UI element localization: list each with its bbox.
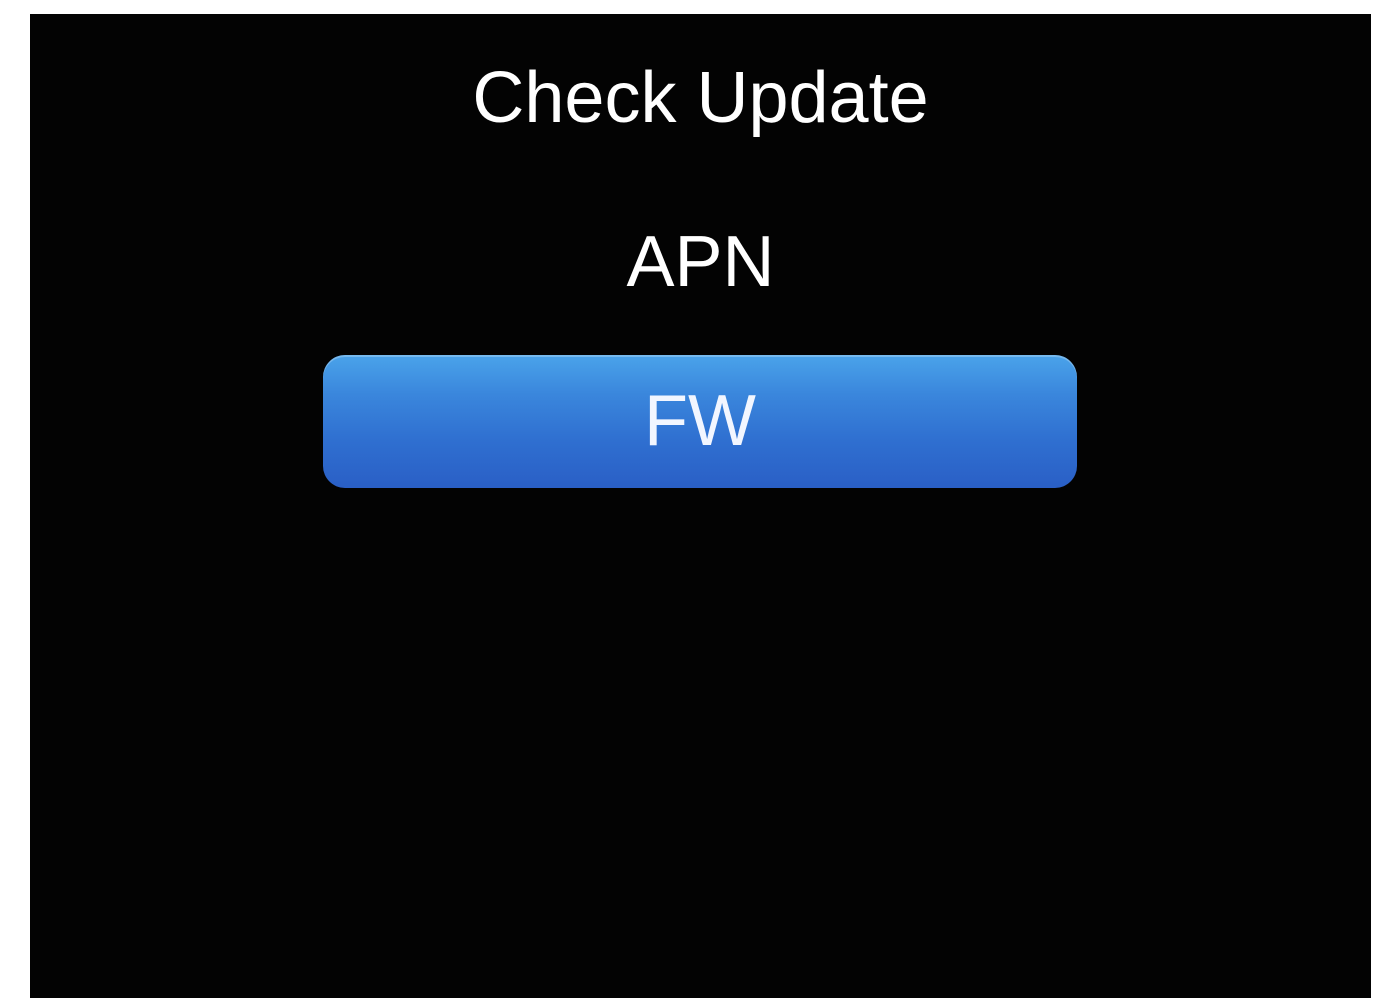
- menu-item-apn[interactable]: APN: [30, 222, 1371, 302]
- screen-title: Check Update: [472, 58, 929, 138]
- menu-item-fw-selected[interactable]: FW: [323, 355, 1077, 488]
- device-screen: Check Update APN FW: [30, 14, 1371, 998]
